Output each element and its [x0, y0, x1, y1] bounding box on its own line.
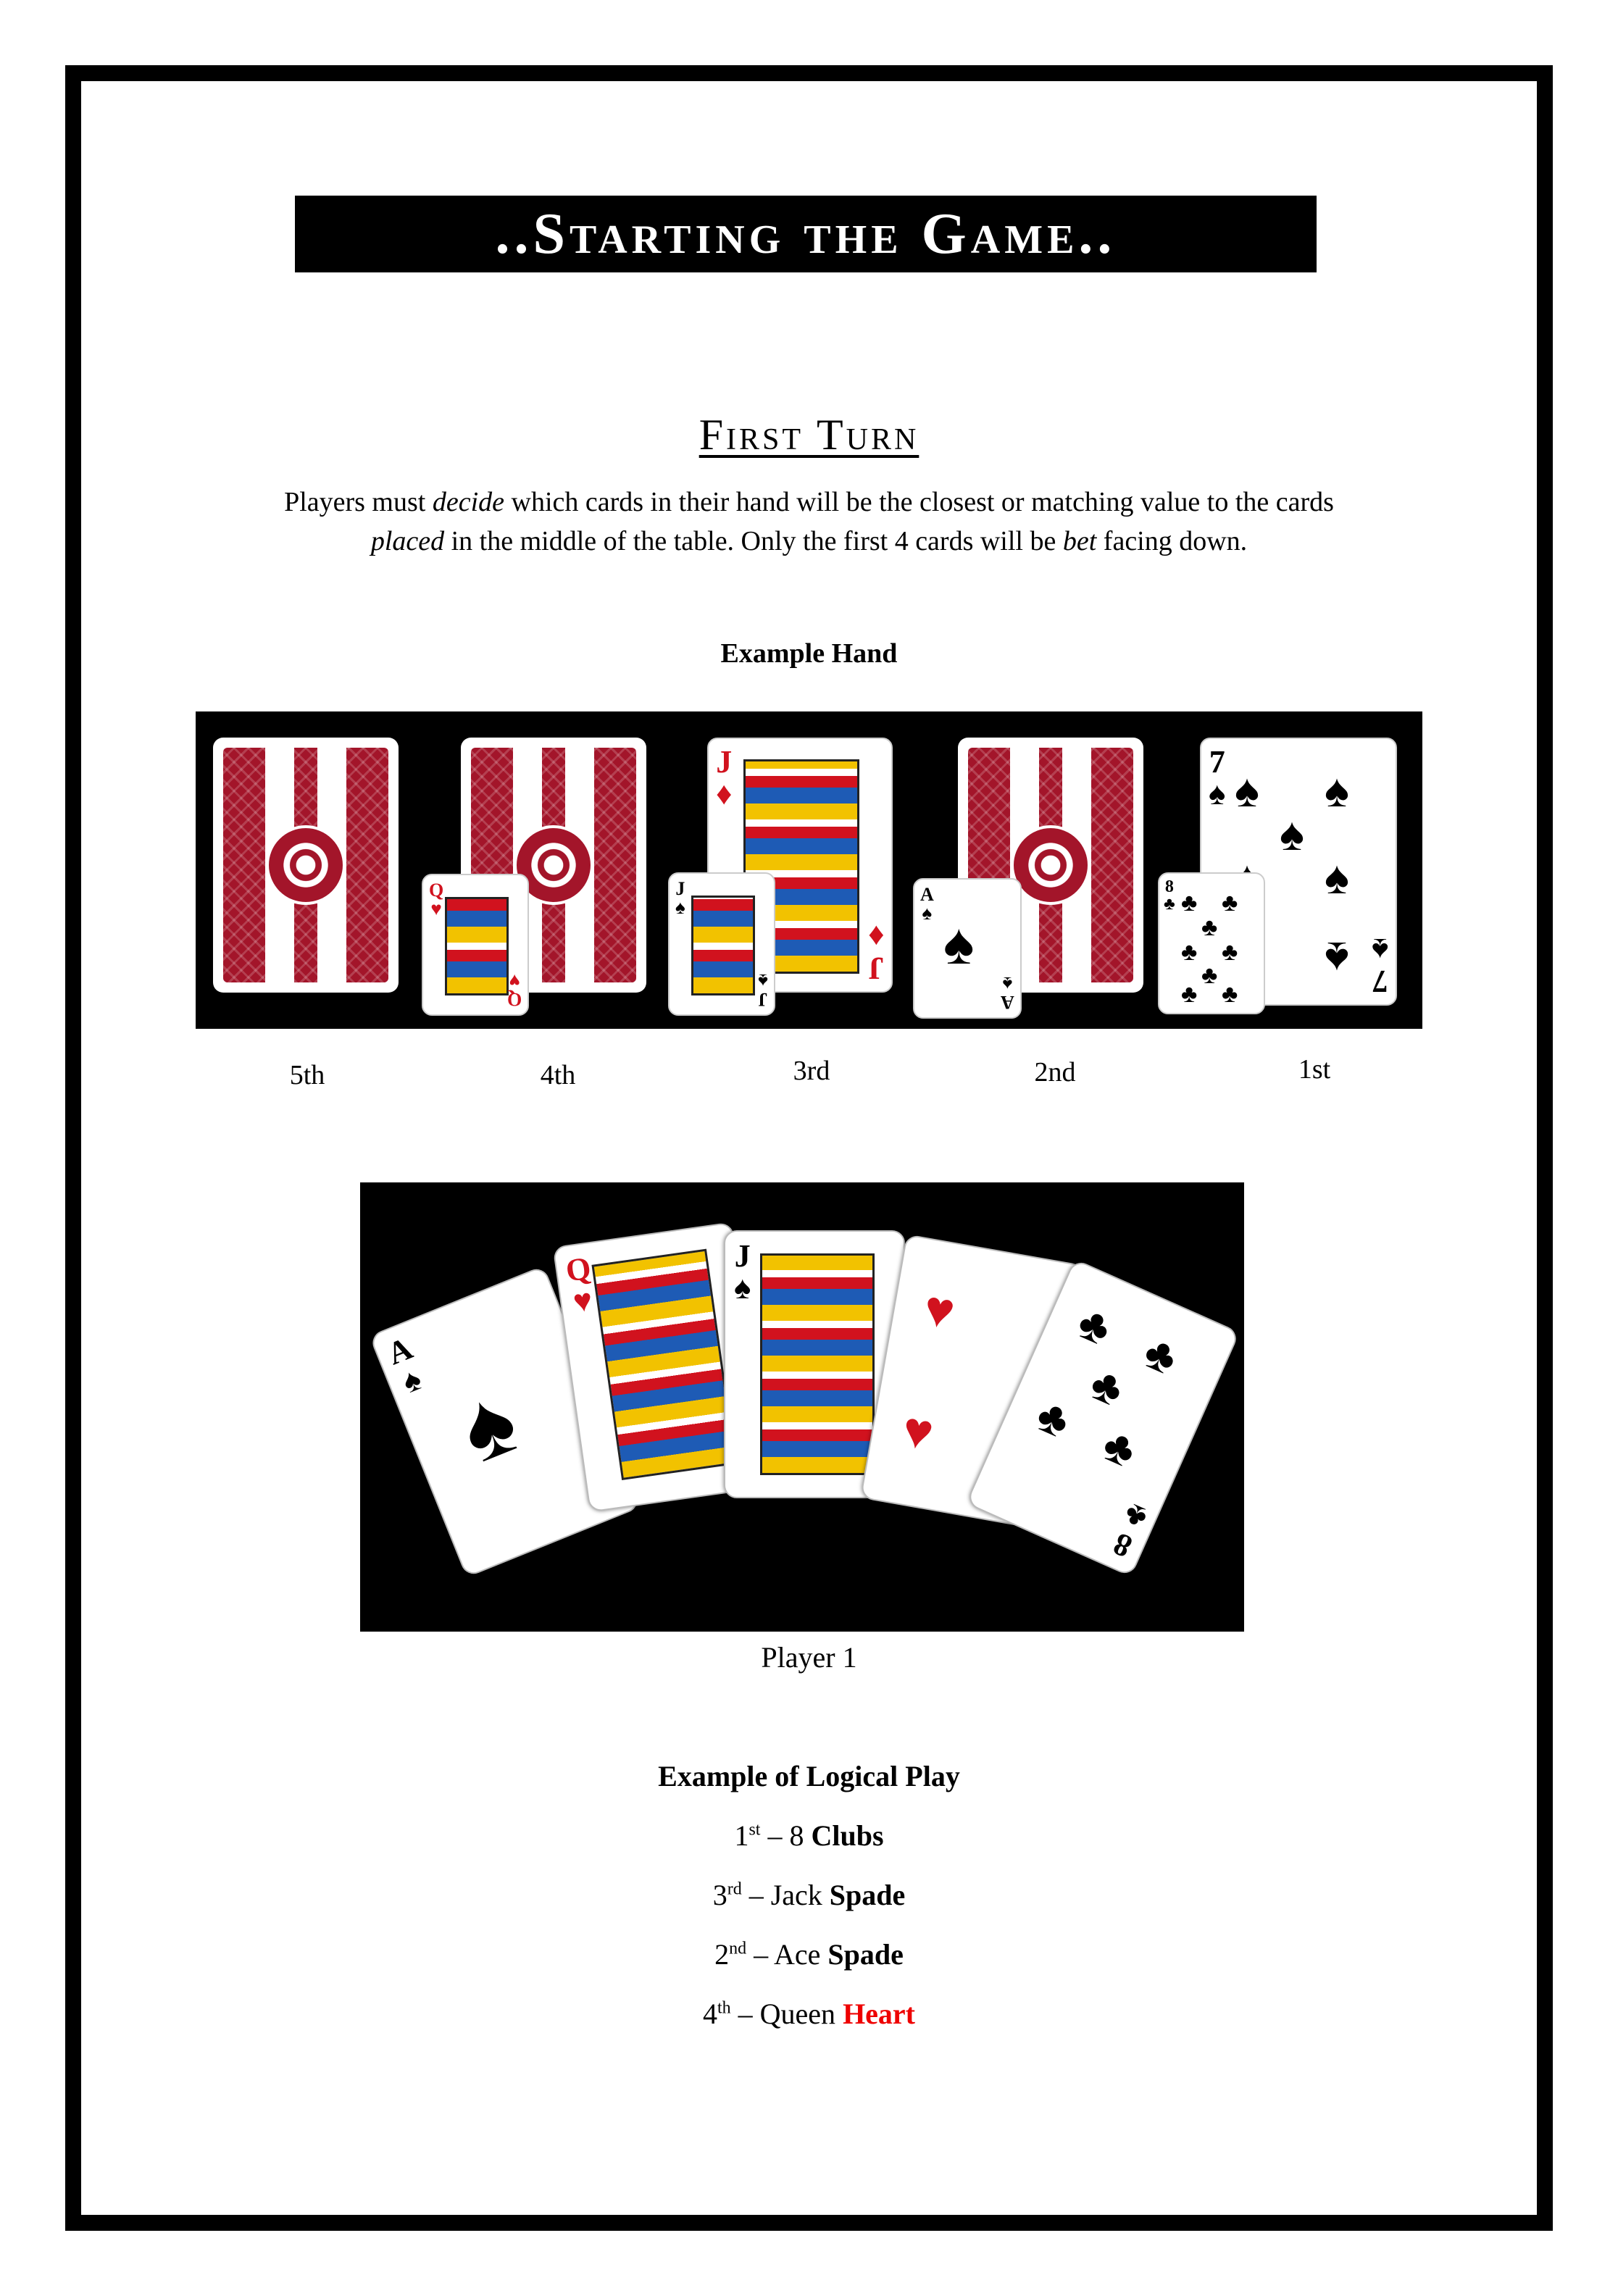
slot-label-3rd: 3rd	[793, 1056, 830, 1086]
play-line: 1st – 8 Clubs	[734, 1819, 884, 1852]
bet-card: 8 ♣ ♣ ♣ ♣ ♣ ♣ ♣ ♣ ♣	[1158, 872, 1265, 1014]
bet-card: A ♠ ♠ A ♠	[913, 878, 1022, 1019]
slot-label-1st: 1st	[1298, 1054, 1331, 1085]
play-line: 2nd – Ace Spade	[714, 1938, 904, 1971]
player-hand-image: A♠ ♠ Q♥ J♠ J♠ ♥ ♥ 4♥ ♣ ♣ ♣ ♣ ♣ 8♣	[360, 1182, 1244, 1632]
slot-label-4th: 4th	[540, 1060, 576, 1090]
intro-paragraph: Players must decide which cards in their…	[284, 487, 1334, 556]
example-hand-heading: Example Hand	[720, 638, 898, 669]
example-hand-image: Q♥ Q♥ J♦ J♦ J♠ J♠ A♠ ♠ A♠ 7♠ ♠ ♠ ♠ ♠ ♠ ♠…	[196, 711, 1422, 1029]
slot-label-5th: 5th	[289, 1060, 325, 1090]
bet-card: Q ♥ Q ♥	[422, 874, 529, 1016]
play-line: 4th – Queen Heart	[702, 1997, 916, 2030]
logical-play-heading: Example of Logical Play	[658, 1760, 960, 1792]
section-heading: First Turn	[699, 411, 919, 459]
page-title: ..Starting the Game..	[295, 196, 1317, 272]
player-caption: Player 1	[761, 1641, 857, 1674]
bet-card: J ♠ J ♠	[668, 872, 775, 1016]
slot-label-2nd: 2nd	[1034, 1057, 1076, 1088]
play-line: 3rd – Jack Spade	[712, 1879, 906, 1911]
card-back	[213, 738, 399, 993]
